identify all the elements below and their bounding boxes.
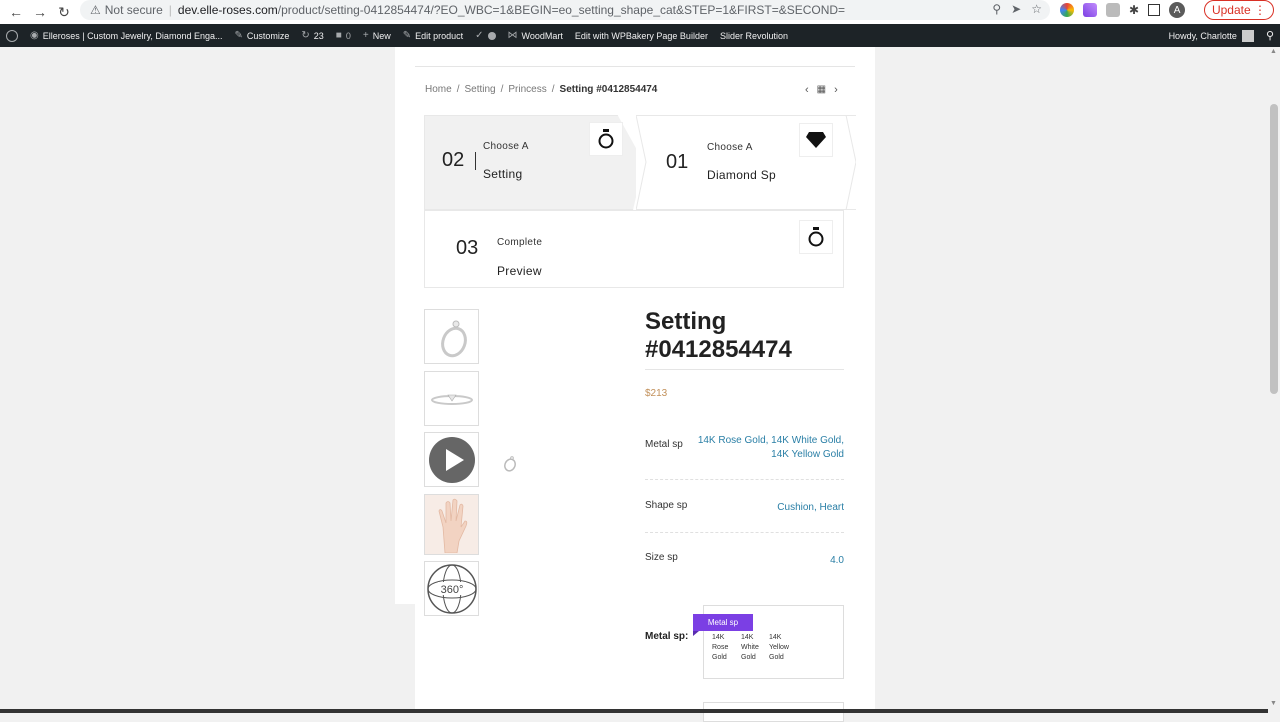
product-navigation: ‹ ▦ › [805,84,838,96]
back-icon[interactable]: ← [4,0,28,24]
step-title: Preview [497,264,542,278]
updates-link[interactable]: ↻ 23 [295,24,329,47]
edit-product-link[interactable]: ✎ Edit product [397,24,469,47]
play-icon [428,436,475,483]
share-icon[interactable]: ➤ [1011,2,1021,16]
breadcrumb: Home / Setting / Princess / Setting #041… [425,84,658,95]
url-path: /product/setting-0412854474/?EO_WBC=1&BE… [277,3,846,17]
breadcrumb-home[interactable]: Home [425,84,452,95]
howdy-user-link[interactable]: Howdy, Charlotte [1163,24,1260,47]
swatch-option-yellow-gold[interactable]: 14K Yellow Gold [769,633,793,663]
step-label: Choose A [483,141,529,152]
badge-360-label: 360° [440,584,463,596]
swatch-option-rose-gold[interactable]: 14K Rose Gold [712,633,736,663]
url-host: dev.elle-roses.com [177,3,278,17]
security-label: Not secure [104,3,163,17]
zoom-icon[interactable]: ⚲ [992,2,1001,16]
breadcrumb-setting[interactable]: Setting [464,84,495,95]
step-label: Complete [497,237,543,248]
thumbnail-video[interactable] [424,432,479,487]
warning-icon: ⚠ [90,3,101,17]
new-content-link[interactable]: + New [357,24,397,47]
step-title: Setting [483,167,523,181]
product-price: $213 [645,388,668,399]
admin-search-icon[interactable]: ⚲ [1260,24,1280,47]
comment-icon: ■ [335,30,342,41]
grid-icon[interactable]: ▦ [817,84,826,96]
brush-icon: ✎ [234,30,243,41]
attribute-size: Size sp 4.0 [645,552,844,568]
bookmark-star-icon[interactable]: ☆ [1031,2,1042,16]
attribute-value[interactable]: 4.0 [830,554,844,568]
attribute-label: Shape sp [645,500,688,511]
plus-icon: + [362,30,369,41]
scroll-up-icon[interactable]: ▲ [1270,48,1277,55]
header-divider [415,66,855,67]
extension-image-icon[interactable] [1106,3,1120,17]
product-title: Setting #0412854474 [645,308,792,363]
step-number: 01 [666,151,689,173]
user-avatar [1241,29,1254,42]
thumbnail-ring-top[interactable] [424,371,479,426]
thumbnail-360[interactable]: 360° [424,561,479,616]
attribute-value[interactable]: 14K Yellow Gold [698,448,844,462]
seo-status-dot [487,31,496,40]
wp-admin-bar: ◉ Elleroses | Custom Jewelry, Diamond Eng… [0,24,1280,47]
step-label: Choose A [707,142,753,153]
extensions-puzzle-icon[interactable]: ✱ [1129,3,1139,17]
metal-swatch-label: Metal sp: [645,631,689,642]
step-complete-preview[interactable] [424,210,844,288]
main-product-image[interactable] [500,454,520,474]
extension-color-icon[interactable] [1060,3,1074,17]
update-button[interactable]: Update ⋮ [1204,0,1274,20]
attribute-shape: Shape sp Cushion, Heart [645,500,844,516]
step-number: 02 [442,149,465,171]
breadcrumb-current: Setting #0412854474 [559,84,658,95]
attribute-value[interactable]: 14K Rose Gold, 14K White Gold, [698,434,844,448]
diamond-icon [799,123,833,157]
swatch-tooltip: Metal sp [693,614,753,636]
ring-icon [799,220,833,254]
attribute-label: Size sp [645,552,678,563]
customize-link[interactable]: ✎ Customize [228,24,295,47]
side-panel-icon[interactable] [1148,4,1161,16]
address-bar[interactable]: ⚠ Not secure | dev.elle-roses.com/produc… [80,0,1050,20]
slider-revolution-link[interactable]: Slider Revolution [714,24,794,47]
extension-pen-icon[interactable] [1083,3,1097,17]
ring-icon [589,122,623,156]
updates-icon: ↻ [301,30,310,41]
wpbakery-link[interactable]: Edit with WPBakery Page Builder [569,24,714,47]
breadcrumb-princess[interactable]: Princess [508,84,546,95]
dashboard-icon: ◉ [30,30,39,41]
next-product-icon[interactable]: › [834,84,838,96]
scroll-down-icon[interactable]: ▼ [1270,700,1277,707]
yoast-icon[interactable]: ✓ [469,24,501,47]
reload-icon[interactable]: ↻ [52,0,76,24]
woodmart-icon: ⋈ [507,30,518,41]
thumbnail-hand[interactable] [424,494,479,555]
wp-logo-icon[interactable] [0,24,24,47]
prev-product-icon[interactable]: ‹ [805,84,809,96]
site-name-link[interactable]: ◉ Elleroses | Custom Jewelry, Diamond Eng… [24,24,228,47]
attribute-label: Metal sp [645,439,683,450]
bottom-edge [0,709,1268,713]
browser-toolbar: ← → ↻ ⚠ Not secure | dev.elle-roses.com /… [0,0,1280,24]
rotate-360-icon: 360° [426,563,477,614]
profile-avatar[interactable]: A [1169,2,1186,18]
comments-link[interactable]: ■ 0 [330,24,357,47]
forward-icon[interactable]: → [28,0,52,24]
pencil-icon: ✎ [402,30,412,41]
thumbnail-ring-side[interactable] [424,309,479,364]
scrollbar-thumb[interactable] [1270,104,1278,394]
swatch-option-white-gold[interactable]: 14K White Gold [741,633,765,663]
woodmart-link[interactable]: ⋈ WoodMart [502,24,569,47]
attribute-metal: Metal sp 14K Rose Gold, 14K White Gold, … [645,434,844,464]
step-title: Diamond Sp [707,168,777,182]
step-number: 03 [456,237,479,259]
attribute-value[interactable]: Cushion, Heart [777,501,844,515]
